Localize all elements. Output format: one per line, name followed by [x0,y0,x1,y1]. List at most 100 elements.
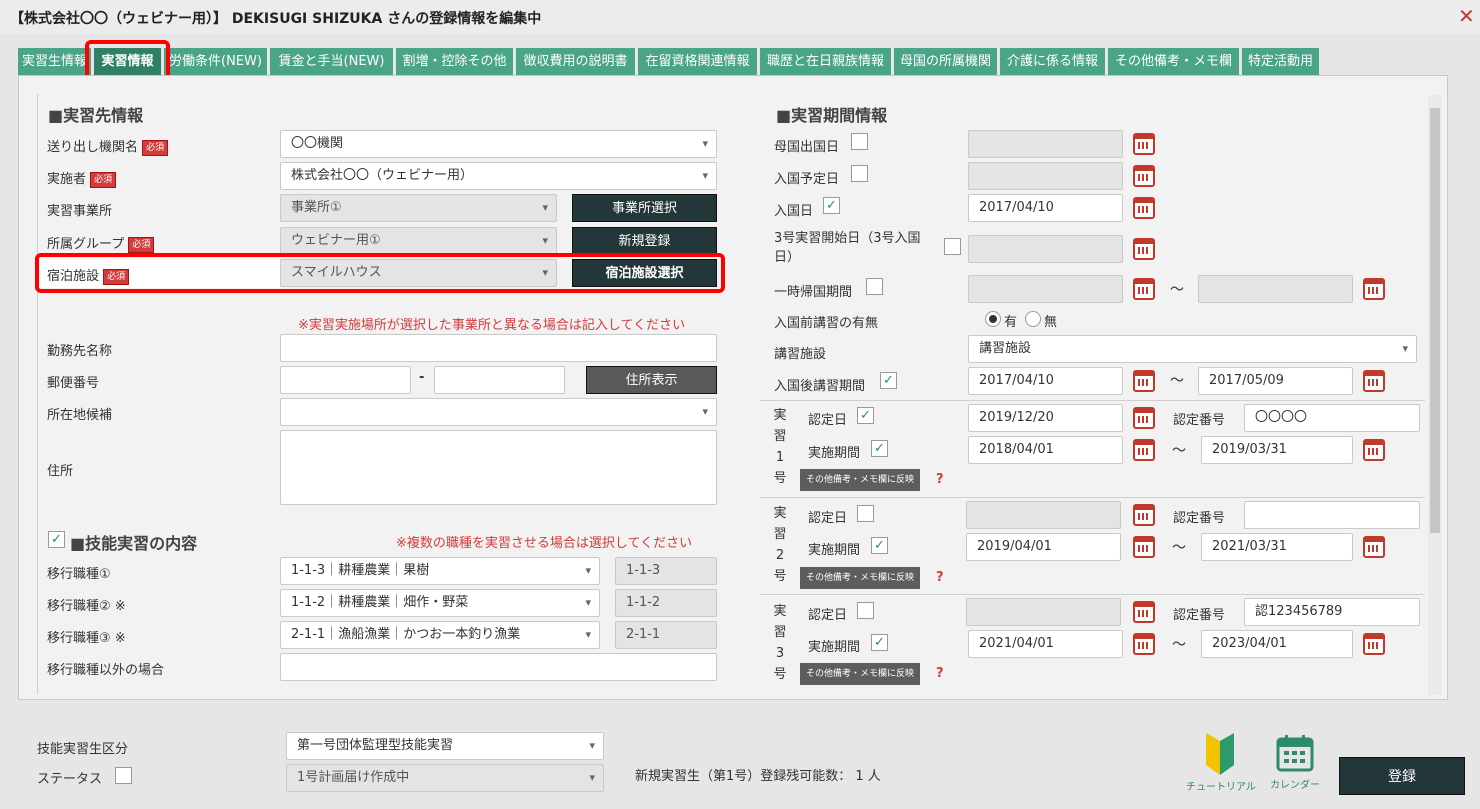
calendar-icon[interactable] [1363,536,1385,558]
post-course-checkbox[interactable]: ✓ [880,372,897,389]
calendar-icon[interactable] [1133,278,1155,300]
p1-approve-no-input[interactable]: 〇〇〇〇 [1244,404,1420,432]
status-select[interactable]: 1号計画届け作成中 [286,764,604,792]
tab-other-notes[interactable]: その他備考・メモ欄 [1108,48,1240,75]
tab-care-info[interactable]: 介護に係る情報 [1000,48,1106,75]
help-icon[interactable]: ? [936,666,944,681]
p1-period-checkbox[interactable]: ✓ [871,440,888,457]
location-candidate-select[interactable] [280,398,717,426]
calendar-icon[interactable] [1133,133,1155,155]
help-icon[interactable]: ? [936,472,944,487]
address-textarea[interactable] [280,430,717,505]
p1-approve-checkbox[interactable]: ✓ [857,407,874,424]
no3-start-input[interactable] [968,235,1123,263]
help-icon[interactable]: ? [936,570,944,585]
p3-reflect-notes-button[interactable]: その他備考・メモ欄に反映 [800,663,921,685]
group-select[interactable]: ウェビナー用① [280,227,557,255]
tab-working-conditions[interactable]: 労働条件(NEW) [164,48,268,75]
register-button[interactable]: 登録 [1339,757,1465,795]
workplace-input[interactable] [280,334,717,362]
p3-period-from[interactable]: 2021/04/01 [968,630,1123,658]
p3-approve-checkbox[interactable] [857,602,874,619]
p1-reflect-notes-button[interactable]: その他備考・メモ欄に反映 [800,469,921,491]
post-course-to[interactable]: 2017/05/09 [1198,367,1353,395]
postal-code-1[interactable] [280,366,411,394]
status-checkbox[interactable] [115,767,132,784]
transfer-1-select[interactable]: 1-1-3｜耕種農業｜果樹 [280,557,600,585]
calendar-icon[interactable] [1363,370,1385,392]
p3-approve-no-input[interactable]: 認123456789 [1244,598,1420,626]
calendar-icon[interactable] [1133,601,1155,623]
depart-date-input[interactable] [968,130,1123,158]
tab-extra-deductions[interactable]: 割増・控除その他 [396,48,514,75]
p2-approve-date-input[interactable] [966,501,1121,529]
sending-org-select[interactable]: 〇〇機関 [280,130,717,158]
p2-approve-no-input[interactable] [1244,501,1420,529]
transfer-3-select[interactable]: 2-1-1｜漁船漁業｜かつお一本釣り漁業 [280,621,600,649]
label-p2-approve-date: 認定日 [808,511,848,526]
calendar-icon[interactable] [1133,370,1155,392]
calendar-icon[interactable] [1133,536,1155,558]
pre-course-no-radio[interactable] [1025,311,1041,327]
skill-content-checkbox[interactable]: ✓ [48,531,65,548]
entry-date-checkbox[interactable]: ✓ [823,197,840,214]
tab-wages[interactable]: 賃金と手当(NEW) [270,48,394,75]
no3-start-checkbox[interactable] [944,238,961,255]
p2-approve-checkbox[interactable] [857,505,874,522]
post-course-from[interactable]: 2017/04/10 [968,367,1123,395]
calendar-icon[interactable] [1133,633,1155,655]
p2-period-checkbox[interactable]: ✓ [871,537,888,554]
entry-date-input[interactable]: 2017/04/10 [968,194,1123,222]
tab-specified-activities[interactable]: 特定活動用 [1242,48,1320,75]
calendar-icon[interactable] [1363,278,1385,300]
implementer-select[interactable]: 株式会社〇〇（ウェビナー用） [280,162,717,190]
depart-date-checkbox[interactable] [851,133,868,150]
show-address-button[interactable]: 住所表示 [586,366,717,394]
planned-entry-checkbox[interactable] [851,165,868,182]
calendar-icon[interactable] [1133,407,1155,429]
p2-period-from[interactable]: 2019/04/01 [966,533,1121,561]
planned-entry-input[interactable] [968,162,1123,190]
calendar-button[interactable]: カレンダー [1262,733,1328,791]
office-select-button[interactable]: 事業所選択 [572,194,717,222]
trainee-category-select[interactable]: 第一号団体監理型技能実習 [286,732,604,760]
tab-home-org[interactable]: 母国の所属機関 [894,48,998,75]
postal-code-2[interactable] [434,366,565,394]
tab-work-history[interactable]: 職歴と在日親族情報 [760,48,892,75]
label-trainee-category: 技能実習生区分 [37,742,129,757]
transfer-2-select[interactable]: 1-1-2｜耕種農業｜畑作・野菜 [280,589,600,617]
place-note: ※実習実施場所が選択した事業所と異なる場合は記入してください [298,318,686,333]
p3-period-to[interactable]: 2023/04/01 [1201,630,1353,658]
tab-residence-status[interactable]: 在留資格関連情報 [638,48,758,75]
course-facility-select[interactable]: 講習施設 [968,335,1417,363]
calendar-icon[interactable] [1363,439,1385,461]
p3-approve-date-input[interactable] [966,598,1121,626]
calendar-icon[interactable] [1133,439,1155,461]
calendar-icon[interactable] [1133,504,1155,526]
p1-period-to[interactable]: 2019/03/31 [1201,436,1353,464]
p1-approve-date-input[interactable]: 2019/12/20 [968,404,1123,432]
p1-period-from[interactable]: 2018/04/01 [968,436,1123,464]
tab-fee-explanation[interactable]: 徴収費用の説明書 [516,48,636,75]
temp-return-checkbox[interactable] [866,278,883,295]
range-tilde: 〜 [1170,282,1184,298]
label-transfer-1: 移行職種① [47,567,111,582]
temp-return-from[interactable] [968,275,1123,303]
p2-reflect-notes-button[interactable]: その他備考・メモ欄に反映 [800,567,921,589]
p3-period-checkbox[interactable]: ✓ [871,634,888,651]
pre-course-no-label: 無 [1044,315,1058,330]
calendar-icon[interactable] [1133,238,1155,260]
calendar-icon[interactable] [1363,633,1385,655]
scrollbar-thumb[interactable] [1430,108,1440,533]
tutorial-button[interactable]: チュートリアル [1186,733,1256,793]
close-icon[interactable]: ✕ [1458,4,1475,28]
new-register-button[interactable]: 新規登録 [572,227,717,255]
office-select[interactable]: 事業所① [280,194,557,222]
pre-course-yes-radio[interactable] [985,311,1001,327]
p2-period-to[interactable]: 2021/03/31 [1201,533,1353,561]
tab-trainee-info[interactable]: 実習生情報 [18,48,92,75]
calendar-icon[interactable] [1133,165,1155,187]
calendar-icon[interactable] [1133,197,1155,219]
other-transfer-input[interactable] [280,653,717,681]
temp-return-to[interactable] [1198,275,1353,303]
